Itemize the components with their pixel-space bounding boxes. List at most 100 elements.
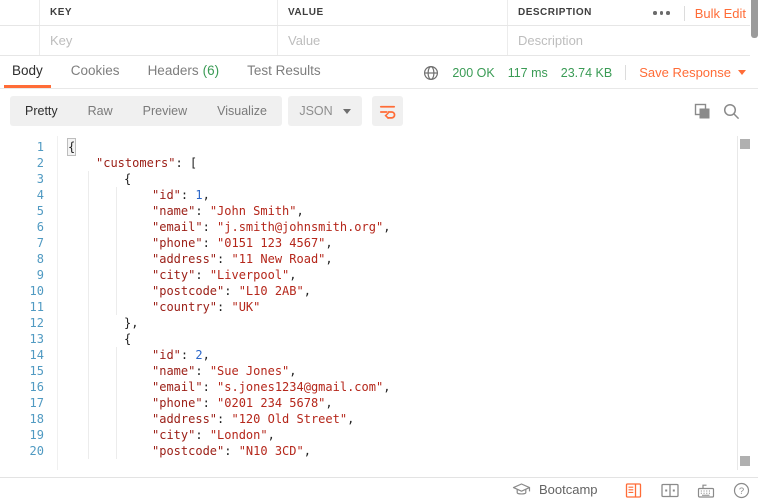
view-bar-right-actions [694, 96, 740, 126]
help-icon[interactable]: ? [733, 480, 750, 500]
code-line: 17"phone": "0201 234 5678", [0, 395, 758, 411]
code-line: 7"phone": "0151 123 4567", [0, 235, 758, 251]
tab-test-results[interactable]: Test Results [239, 56, 329, 88]
tab-body-label: Body [12, 63, 43, 78]
editor-horizontal-scrollbar-thumb[interactable] [740, 456, 750, 466]
code-line: 13{ [0, 331, 758, 347]
footer-status-bar: Bootcamp [0, 477, 758, 500]
tab-body[interactable]: Body [4, 56, 51, 88]
line-number: 1 [0, 139, 44, 155]
graduation-cap-icon [512, 482, 531, 498]
search-icon[interactable] [723, 103, 740, 120]
line-number: 19 [0, 427, 44, 443]
globe-icon[interactable] [423, 65, 439, 81]
response-status-bar: 200 OK 117 ms 23.74 KB Save Response [423, 56, 746, 89]
mode-raw[interactable]: Raw [73, 96, 128, 126]
postman-response-panel: KEY VALUE DESCRIPTION Bulk Edit Key Valu… [0, 0, 758, 500]
line-number: 17 [0, 395, 44, 411]
line-number: 13 [0, 331, 44, 347]
line-number: 14 [0, 347, 44, 363]
bootcamp-button[interactable]: Bootcamp [512, 478, 598, 500]
gutter-divider [57, 136, 58, 470]
chevron-down-icon [343, 109, 351, 114]
line-number: 2 [0, 155, 44, 171]
code-editor[interactable]: 1{2"customers": [3{4"id": 1,5"name": "Jo… [0, 133, 758, 477]
kv-empty-row: Key Value Description [0, 26, 750, 56]
headers-count-badge: (6) [203, 63, 220, 78]
line-number: 11 [0, 299, 44, 315]
actions-divider [684, 6, 685, 21]
mode-preview[interactable]: Preview [128, 96, 202, 126]
kv-select-column [0, 0, 40, 25]
line-number: 18 [0, 411, 44, 427]
code-line: 11"country": "UK" [0, 299, 758, 315]
tab-cookies-label: Cookies [71, 63, 120, 78]
mode-visualize[interactable]: Visualize [202, 96, 282, 126]
line-number: 3 [0, 171, 44, 187]
code-line: 1{ [0, 139, 758, 155]
save-response-label: Save Response [639, 65, 731, 80]
two-pane-icon[interactable] [661, 480, 679, 500]
response-view-bar: Pretty Raw Preview Visualize JSON [0, 89, 758, 133]
window-scrollbar-thumb[interactable] [751, 0, 758, 38]
line-number: 8 [0, 251, 44, 267]
code-line: 3{ [0, 171, 758, 187]
copy-icon[interactable] [694, 103, 711, 120]
kv-row-select [0, 26, 40, 55]
tab-headers-label: Headers [148, 63, 199, 78]
svg-text:?: ? [739, 486, 744, 497]
mode-pretty[interactable]: Pretty [10, 96, 73, 126]
code-line: 15"name": "Sue Jones", [0, 363, 758, 379]
code-line: 9"city": "Liverpool", [0, 267, 758, 283]
view-mode-segmented-control: Pretty Raw Preview Visualize [10, 96, 282, 126]
kv-header-key: KEY [40, 0, 278, 25]
kv-table-header: KEY VALUE DESCRIPTION [0, 0, 750, 26]
key-input[interactable]: Key [40, 26, 278, 55]
chevron-down-icon [738, 70, 746, 75]
code-line: 14"id": 2, [0, 347, 758, 363]
code-line: 5"name": "John Smith", [0, 203, 758, 219]
tab-headers[interactable]: Headers (6) [140, 56, 228, 88]
response-size: 23.74 KB [561, 66, 612, 80]
line-number: 9 [0, 267, 44, 283]
line-number: 7 [0, 235, 44, 251]
kv-table-actions: Bulk Edit [649, 0, 746, 26]
wrap-text-icon [378, 102, 397, 121]
description-column-label: DESCRIPTION [518, 7, 592, 18]
language-dropdown[interactable]: JSON [288, 96, 362, 126]
tab-cookies[interactable]: Cookies [63, 56, 128, 88]
value-input[interactable]: Value [278, 26, 508, 55]
editor-vertical-scrollbar-thumb[interactable] [740, 139, 750, 149]
code-line: 6"email": "j.smith@johnsmith.org", [0, 219, 758, 235]
line-number: 4 [0, 187, 44, 203]
line-number: 5 [0, 203, 44, 219]
language-dropdown-value: JSON [299, 104, 332, 118]
editor-scroll-track [737, 136, 738, 470]
more-options-icon[interactable] [649, 11, 674, 15]
key-column-label: KEY [50, 7, 72, 18]
description-input[interactable]: Description [508, 26, 750, 55]
bootcamp-label: Bootcamp [539, 482, 598, 497]
bulk-edit-button[interactable]: Bulk Edit [695, 6, 746, 21]
code-line: 4"id": 1, [0, 187, 758, 203]
code-line: 19"city": "London", [0, 427, 758, 443]
description-input-placeholder: Description [518, 33, 583, 48]
response-time: 117 ms [508, 66, 548, 80]
value-input-placeholder: Value [288, 33, 320, 48]
line-number: 12 [0, 315, 44, 331]
line-number: 16 [0, 379, 44, 395]
code-line: 2"customers": [ [0, 155, 758, 171]
wrap-text-button[interactable] [372, 96, 403, 126]
code-line: 20"postcode": "N10 3CD", [0, 443, 758, 459]
save-response-button[interactable]: Save Response [639, 65, 746, 80]
code-line: 16"email": "s.jones1234@gmail.com", [0, 379, 758, 395]
value-column-label: VALUE [288, 7, 324, 18]
release-notes-icon[interactable] [625, 480, 642, 500]
status-divider [625, 65, 626, 80]
key-input-placeholder: Key [50, 33, 72, 48]
code-line: 8"address": "11 New Road", [0, 251, 758, 267]
line-number: 15 [0, 363, 44, 379]
code-line: 10"postcode": "L10 2AB", [0, 283, 758, 299]
code-editor-lines: 1{2"customers": [3{4"id": 1,5"name": "Jo… [0, 139, 758, 459]
keyboard-shortcuts-icon[interactable] [697, 480, 715, 500]
